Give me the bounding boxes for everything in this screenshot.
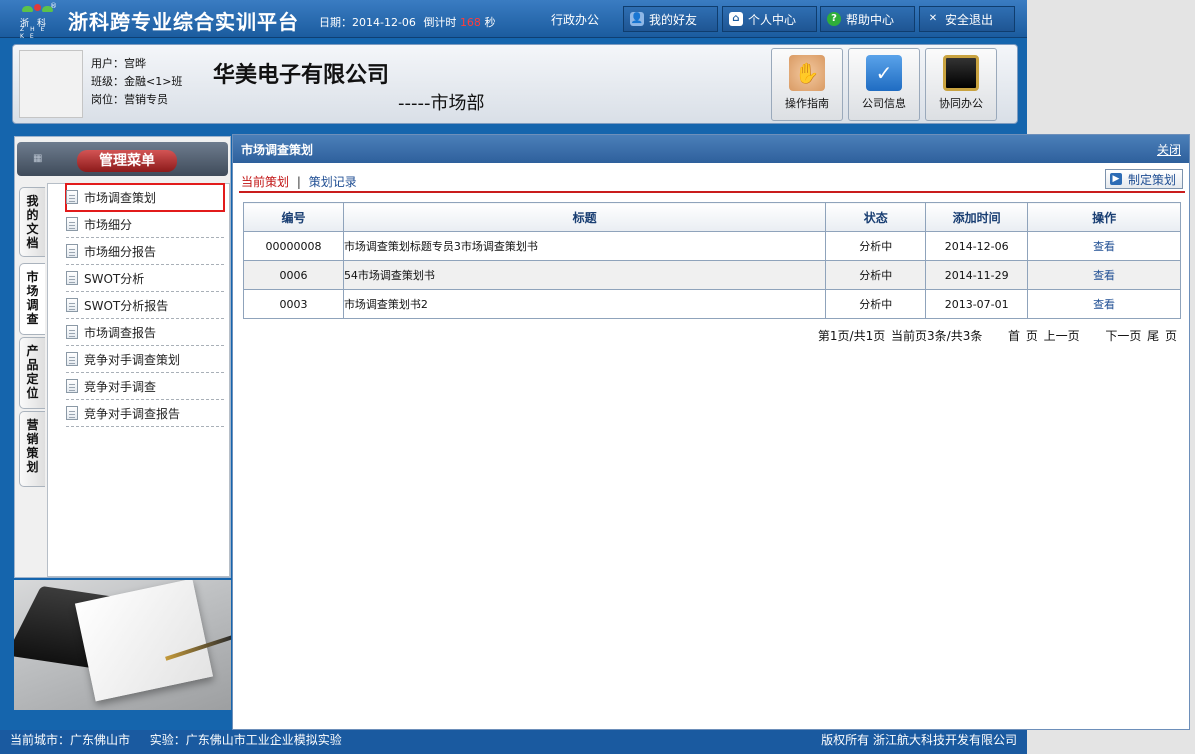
tab-plan-history[interactable]: 策划记录: [309, 175, 357, 189]
help-icon: ?: [827, 12, 841, 26]
subtabs: 当前策划 | 策划记录: [241, 175, 357, 189]
menu-item-segmentation-report[interactable]: 市场细分报告: [66, 238, 224, 265]
my-friends-button[interactable]: 👤 我的好友: [623, 6, 718, 32]
view-link[interactable]: 查看: [1093, 240, 1115, 253]
close-link[interactable]: 关闭: [1157, 141, 1181, 158]
table-header-row: 编号 标题 状态 添加时间 操作: [243, 202, 1181, 232]
content-title: 市场调查策划: [241, 143, 314, 157]
column-header: 编号: [243, 202, 344, 232]
footer: 当前城市：广东佛山市 实验：广东佛山市工业企业模拟实验 版权所有 浙江航大科技开…: [0, 730, 1027, 754]
menu-item-competitor-research-report[interactable]: 竞争对手调查报告: [66, 400, 224, 427]
company-name: 华美电子有限公司: [213, 63, 390, 88]
column-header: 状态: [825, 202, 927, 232]
first-page-link[interactable]: 首 页: [1008, 329, 1038, 343]
document-icon: [66, 406, 78, 420]
countdown-value: 168: [459, 16, 481, 29]
admin-office-link[interactable]: 行政办公: [551, 11, 599, 28]
document-icon: [66, 352, 78, 366]
operation-guide-button[interactable]: ✋ 操作指南: [771, 48, 843, 121]
top-header: ® 浙科 ZHE KE 浙科跨专业综合实训平台 日期：2014-12-06 倒计…: [0, 0, 1027, 40]
tab-market-research[interactable]: 市场调查: [19, 263, 45, 335]
help-center-button[interactable]: ? 帮助中心: [820, 6, 915, 32]
last-page-link[interactable]: 尾 页: [1147, 329, 1177, 343]
collaborative-office-button[interactable]: 协同办公: [925, 48, 997, 121]
tab-current-plan[interactable]: 当前策划: [241, 175, 289, 189]
content-window: 市场调查策划 关闭 当前策划 | 策划记录 ▶ 制定策划 编号 标题 状态 添加…: [232, 134, 1190, 730]
divider: [239, 191, 1185, 193]
table-row: 0003 市场调查策划书2 分析中 2013-07-01 查看: [243, 289, 1181, 319]
view-link[interactable]: 查看: [1093, 269, 1115, 282]
column-header: 操作: [1027, 202, 1181, 232]
table-row: 00000008 市场调查策划标题专员3市场调查策划书 分析中 2014-12-…: [243, 231, 1181, 261]
guide-hand-icon: ✋: [789, 55, 825, 91]
menu-header: ▦ 管理菜单: [17, 142, 228, 176]
document-icon: [66, 244, 78, 258]
department-name: -----市场部: [398, 93, 485, 114]
logo-text-en: ZHE KE: [20, 26, 51, 40]
page-info: 第1页/共1页 当前页3条/共3条: [817, 329, 983, 343]
column-header: 添加时间: [925, 202, 1029, 232]
table-row: 0006 54市场调查策划书 分析中 2014-11-29 查看: [243, 260, 1181, 290]
user-name: 宫晔: [124, 57, 146, 70]
arrow-right-icon: ▶: [1109, 173, 1122, 185]
tab-product-positioning[interactable]: 产品定位: [19, 337, 45, 409]
document-icon: [66, 190, 78, 204]
document-icon: [66, 298, 78, 312]
logo-mark-icon: [22, 4, 53, 14]
document-icon: [66, 325, 78, 339]
plan-table: 编号 标题 状态 添加时间 操作 00000008 市场调查策划标题专员3市场调…: [243, 202, 1181, 319]
home-icon: ⌂: [729, 12, 743, 26]
menu-title: 管理菜单: [77, 150, 177, 172]
menu-item-market-research-plan[interactable]: 市场调查策划: [65, 183, 225, 212]
monitor-icon: [943, 55, 979, 91]
menu-item-market-research-report[interactable]: 市场调查报告: [66, 319, 224, 346]
sidebar: ▦ 管理菜单 我的文档 市场调查 产品定位 营销策划 市场调查策划 市场细分 市…: [14, 136, 231, 578]
company-info-button[interactable]: ✓ 公司信息: [848, 48, 920, 121]
tab-marketing-planning[interactable]: 营销策划: [19, 411, 45, 487]
view-link[interactable]: 查看: [1093, 298, 1115, 311]
menu-item-swot-report[interactable]: SWOT分析报告: [66, 292, 224, 319]
prev-page-link[interactable]: 上一页: [1044, 329, 1080, 343]
logout-button[interactable]: ✕ 安全退出: [919, 6, 1015, 32]
document-icon: [66, 379, 78, 393]
close-icon: ✕: [928, 13, 938, 24]
menu-list: 市场调查策划 市场细分 市场细分报告 SWOT分析 SWOT分析报告 市场调查报…: [47, 183, 230, 577]
menu-item-competitor-research-plan[interactable]: 竞争对手调查策划: [66, 346, 224, 373]
clipboard-check-icon: ✓: [866, 55, 902, 91]
user-details: 用户：宫晔 班级：金融<1>班 岗位：营销专员: [91, 57, 183, 106]
menu-item-competitor-research[interactable]: 竞争对手调查: [66, 373, 224, 400]
footer-location: 当前城市：广东佛山市 实验：广东佛山市工业企业模拟实验: [10, 733, 342, 747]
date-countdown: 日期：2014-12-06 倒计时 168 秒: [319, 16, 496, 29]
menu-item-market-segmentation[interactable]: 市场细分: [66, 211, 224, 238]
user-class: 金融<1>班: [124, 75, 183, 88]
content-header: 市场调查策划 关闭: [233, 135, 1189, 163]
next-page-link[interactable]: 下一页: [1105, 329, 1141, 343]
user-post: 营销专员: [124, 93, 168, 106]
create-plan-button[interactable]: ▶ 制定策划: [1104, 169, 1183, 189]
app-title: 浙科跨专业综合实训平台: [68, 10, 299, 34]
menu-item-swot-analysis[interactable]: SWOT分析: [66, 265, 224, 292]
grip-icon: ▦: [33, 153, 43, 164]
column-header: 标题: [342, 202, 827, 232]
tab-my-documents[interactable]: 我的文档: [19, 187, 45, 257]
friends-icon: 👤: [630, 12, 644, 26]
document-icon: [66, 271, 78, 285]
footer-copyright: 版权所有 浙江航大科技开发有限公司: [821, 733, 1017, 747]
user-info-panel: 用户：宫晔 班级：金融<1>班 岗位：营销专员 华美电子有限公司 -----市场…: [12, 44, 1018, 124]
pagination: 第1页/共1页 当前页3条/共3条 首 页 上一页 下一页 尾 页: [818, 327, 1177, 344]
document-icon: [66, 217, 78, 231]
personal-center-button[interactable]: ⌂ 个人中心: [722, 6, 817, 32]
decorative-desk-image: [14, 580, 231, 710]
avatar: [19, 50, 83, 118]
logo: ® 浙科 ZHE KE: [20, 2, 57, 40]
